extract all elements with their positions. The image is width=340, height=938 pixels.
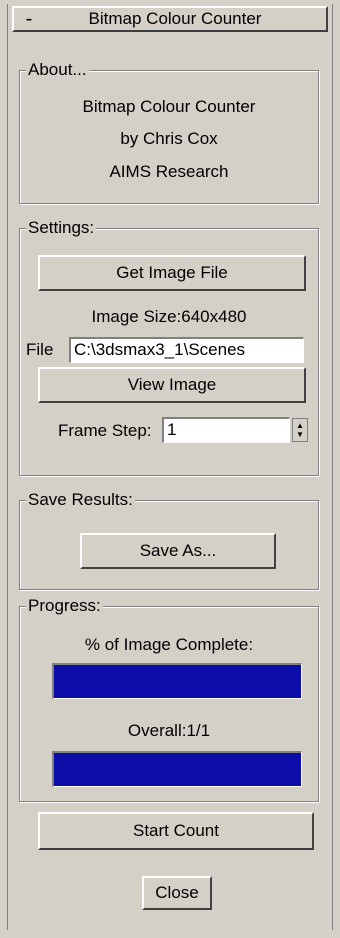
image-complete-label: % of Image Complete:	[84, 635, 254, 654]
start-count-button[interactable]: Start Count	[38, 812, 314, 850]
collapse-toggle[interactable]: -	[14, 9, 44, 29]
about-legend: About...	[26, 60, 89, 80]
progress-group: Progress: % of Image Complete: Overall:1…	[19, 596, 319, 802]
image-complete-progress-bar	[52, 663, 302, 699]
frame-step-label: Frame Step:	[58, 421, 152, 440]
image-complete-progress-fill	[54, 665, 301, 698]
spinner-up-arrow-icon[interactable]: ▲	[296, 421, 304, 430]
overall-progress-bar	[52, 751, 302, 787]
get-image-file-button[interactable]: Get Image File	[38, 255, 306, 291]
close-button[interactable]: Close	[142, 876, 212, 910]
about-group: About... Bitmap Colour Counter by Chris …	[19, 60, 319, 204]
about-line-title: Bitmap Colour Counter	[82, 97, 256, 116]
frame-step-spinner[interactable]: ▲ ▼	[292, 418, 308, 442]
frame-step-field[interactable]: 1	[162, 417, 290, 443]
save-results-group: Save Results: Save As...	[19, 490, 319, 590]
file-label: File	[26, 340, 54, 359]
file-path-field[interactable]: C:\3dsmax3_1\Scenes	[69, 337, 304, 363]
settings-legend: Settings:	[26, 218, 97, 238]
view-image-button[interactable]: View Image	[38, 367, 306, 403]
image-size-text: Image Size:640x480	[91, 307, 247, 326]
rollout-header[interactable]: - Bitmap Colour Counter	[12, 6, 328, 32]
overall-label: Overall:1/1	[127, 721, 211, 740]
rollout-title: Bitmap Colour Counter	[88, 9, 262, 28]
save-results-legend: Save Results:	[26, 490, 135, 510]
settings-group: Settings: Get Image File Image Size:640x…	[19, 218, 319, 476]
rollout-panel: - Bitmap Colour Counter About... Bitmap …	[7, 4, 333, 930]
progress-legend: Progress:	[26, 596, 103, 616]
about-line-author: by Chris Cox	[120, 129, 218, 148]
about-line-org: AIMS Research	[109, 162, 229, 181]
spinner-down-arrow-icon[interactable]: ▼	[296, 430, 304, 439]
overall-progress-fill	[54, 753, 301, 786]
save-as-button[interactable]: Save As...	[80, 533, 276, 569]
